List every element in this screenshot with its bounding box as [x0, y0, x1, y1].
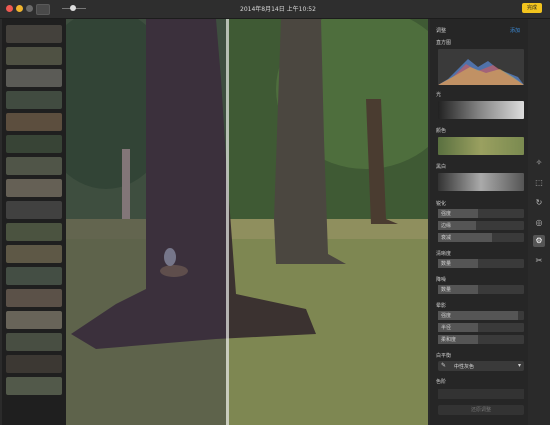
bw-thumbnails[interactable] [438, 173, 524, 191]
photo-image [66, 19, 428, 425]
sharpen-intensity-slider[interactable]: 强度 [438, 209, 524, 218]
thumbnail[interactable] [6, 113, 62, 131]
thumbnail[interactable] [6, 245, 62, 263]
eyedropper-icon[interactable]: ✎ [441, 362, 446, 369]
slider-label: 边缘 [441, 223, 452, 229]
thumbnail[interactable] [6, 223, 62, 241]
photo-canvas[interactable] [66, 19, 428, 425]
light-thumbnails[interactable] [438, 101, 524, 119]
thumbnail[interactable] [6, 267, 62, 285]
sharpen-label[interactable]: 锐化 [436, 200, 446, 207]
noise-amount-slider[interactable]: 数量 [438, 285, 524, 294]
thumbnail[interactable] [6, 311, 62, 329]
thumbnail[interactable] [6, 377, 62, 395]
slider-label: 柔和度 [441, 337, 457, 343]
thumbnail[interactable] [6, 91, 62, 109]
slider-label: 强度 [441, 313, 452, 319]
vignette-label[interactable]: 晕影 [436, 302, 446, 309]
filters-icon[interactable]: ◎ [533, 217, 545, 229]
panel-header: 调整 [436, 28, 447, 34]
thumbnail[interactable] [6, 135, 62, 153]
thumbnail[interactable] [6, 25, 62, 43]
levels-control[interactable] [438, 389, 524, 399]
thumbnail[interactable] [6, 69, 62, 87]
sharpen-edges-slider[interactable]: 边缘 [438, 221, 524, 230]
slider-label: 数量 [441, 287, 452, 293]
vignette-intensity-slider[interactable]: 强度 [438, 311, 524, 320]
add-button[interactable]: 添加 [510, 27, 520, 34]
color-section-label[interactable]: 颜色 [436, 127, 446, 134]
definition-amount-slider[interactable]: 数量 [438, 259, 524, 268]
rotate-icon[interactable]: ↻ [533, 197, 545, 209]
white-balance-value: 中性灰色 [454, 364, 475, 370]
slider-label: 数量 [441, 261, 452, 267]
zoom-slider-knob[interactable] [70, 5, 76, 11]
zoom-button[interactable] [26, 5, 33, 12]
thumbnail[interactable] [6, 179, 62, 197]
sharpen-falloff-slider[interactable]: 衰减 [438, 233, 524, 242]
white-balance-label[interactable]: 白平衡 [436, 352, 451, 359]
thumbnail[interactable] [6, 201, 62, 219]
tool-sidebar: ✧ ⬚ ↻ ◎ ⚙ ✂ [528, 19, 550, 425]
thumbnail[interactable] [6, 333, 62, 351]
title-bar: 2014年8月14日 上午10:52 完成 [0, 0, 550, 19]
slider-label: 衰减 [441, 235, 452, 241]
minimize-button[interactable] [16, 5, 23, 12]
retouch-icon[interactable]: ✂ [533, 255, 545, 267]
done-button[interactable]: 完成 [522, 3, 542, 13]
vignette-softness-slider[interactable]: 柔和度 [438, 335, 524, 344]
thumbnail-strip[interactable] [2, 19, 66, 425]
adjust-icon[interactable]: ⚙ [533, 235, 545, 247]
white-balance-select[interactable]: ✎ 中性灰色 ▾ [438, 361, 524, 371]
reset-adjustments-button[interactable]: 还原调整 [438, 405, 524, 415]
slider-label: 半径 [441, 325, 452, 331]
histogram-chart [438, 49, 524, 85]
slider-label: 强度 [441, 211, 452, 217]
noise-label[interactable]: 降噪 [436, 276, 446, 283]
light-section-label[interactable]: 光 [436, 91, 441, 98]
thumbnail[interactable] [6, 355, 62, 373]
histogram-label: 直方图 [436, 40, 452, 46]
close-button[interactable] [6, 5, 13, 12]
crop-icon[interactable]: ⬚ [533, 177, 545, 189]
vignette-radius-slider[interactable]: 半径 [438, 323, 524, 332]
levels-label[interactable]: 色阶 [436, 378, 446, 385]
magic-wand-icon[interactable]: ✧ [533, 157, 545, 169]
adjust-panel: 调整 添加 直方图 光 颜色 黑白 锐化 强度 边缘 衰减 清晰度 数量 降噪 … [430, 19, 528, 425]
definition-label[interactable]: 清晰度 [436, 250, 451, 257]
thumbnail[interactable] [6, 289, 62, 307]
window-title: 2014年8月14日 上午10:52 [240, 6, 316, 13]
bw-section-label[interactable]: 黑白 [436, 163, 446, 170]
chevron-down-icon: ▾ [517, 362, 521, 369]
thumbnail[interactable] [6, 157, 62, 175]
color-thumbnails[interactable] [438, 137, 524, 155]
thumbnail[interactable] [6, 47, 62, 65]
sidebar-toggle-button[interactable] [36, 4, 50, 15]
